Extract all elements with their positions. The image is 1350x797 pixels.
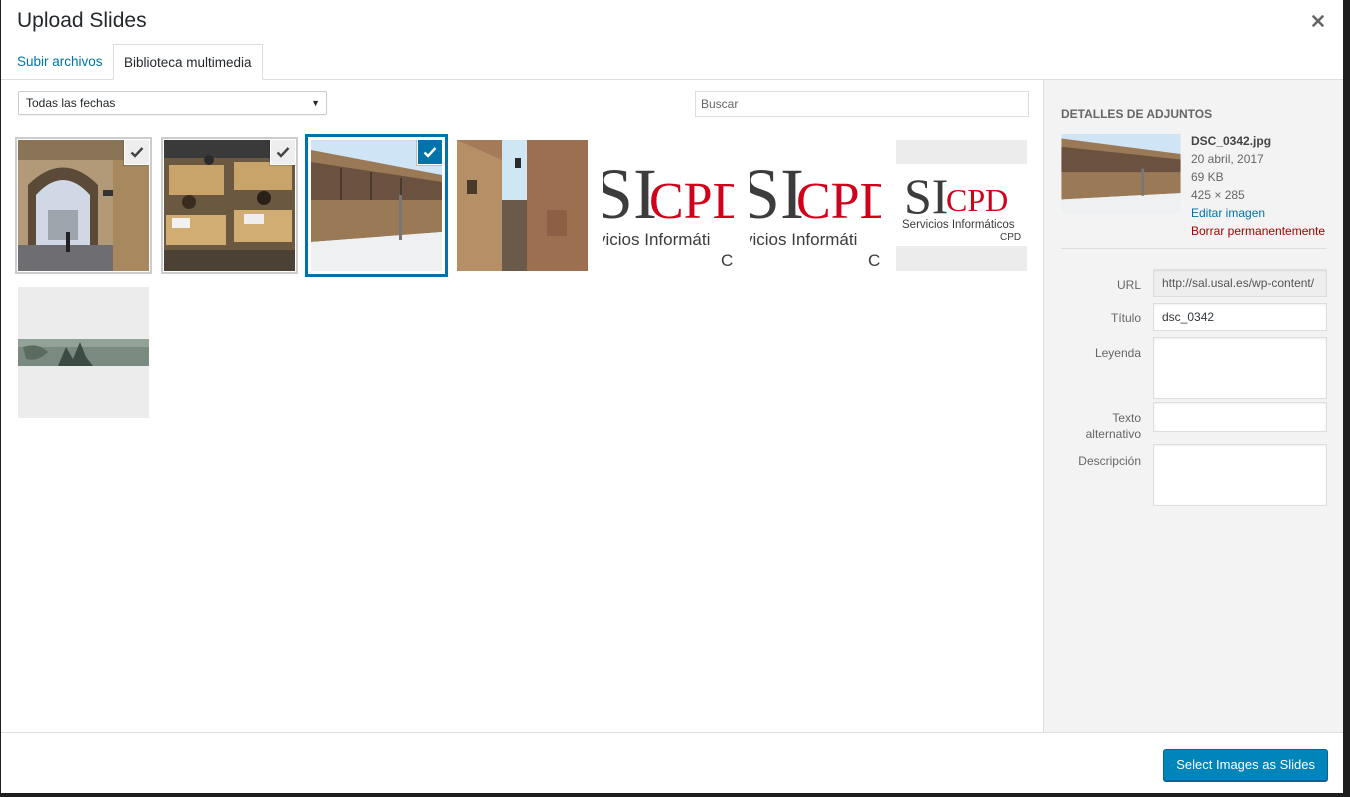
caption-label: Leyenda bbox=[1094, 346, 1141, 360]
details-filename: DSC_0342.jpg bbox=[1191, 134, 1272, 148]
logo-line2-text: CPD bbox=[1000, 232, 1021, 243]
details-thumbnail bbox=[1061, 134, 1181, 214]
checkmark-icon bbox=[276, 147, 290, 158]
tab-media-library[interactable]: Biblioteca multimedia bbox=[113, 44, 263, 80]
logo-line-text: vicios Informáti bbox=[603, 230, 710, 249]
attachment-image bbox=[457, 140, 588, 271]
date-filter-value: Todas las fechas bbox=[26, 96, 116, 110]
media-modal: Upload Slides Subir archivos Biblioteca … bbox=[1, 0, 1343, 793]
description-field[interactable] bbox=[1153, 444, 1327, 506]
attachment-thumb[interactable] bbox=[18, 140, 149, 271]
modal-footer-toolbar: Select Images as Slides bbox=[1, 732, 1343, 793]
logo-si-text: SI bbox=[904, 168, 948, 224]
attachment-thumb[interactable]: SI CPD vicios Informáti C bbox=[603, 140, 734, 271]
checkmark-icon bbox=[423, 147, 437, 158]
logo-cpd-text: CPD bbox=[649, 173, 734, 230]
checkmark-icon bbox=[130, 147, 144, 158]
logo-c-text: C bbox=[721, 251, 733, 270]
modal-title: Upload Slides bbox=[17, 9, 147, 32]
alt-text-label-line2: alternativo bbox=[1085, 427, 1141, 441]
tab-upload-files[interactable]: Subir archivos bbox=[7, 44, 113, 80]
logo-line-text: vicios Informáti bbox=[750, 230, 857, 249]
details-separator bbox=[1061, 248, 1327, 249]
logo-c-text: C bbox=[868, 251, 880, 270]
selection-check[interactable] bbox=[271, 140, 295, 164]
alt-text-label-line1: Texto bbox=[1112, 411, 1141, 425]
logo-line1-text: Servicios Informáticos bbox=[902, 219, 1015, 231]
details-dimensions: 425 × 285 bbox=[1191, 188, 1245, 202]
attachment-thumb[interactable]: SI CPD vicios Informáti C bbox=[750, 140, 881, 271]
attachment-image: SI CPD vicios Informáti C bbox=[603, 140, 734, 271]
url-field[interactable]: http://sal.usal.es/wp-content/ bbox=[1153, 269, 1327, 297]
attachment-image: SI CPD vicios Informáti C bbox=[750, 140, 881, 271]
alt-text-field[interactable] bbox=[1153, 402, 1327, 432]
close-button[interactable] bbox=[1303, 6, 1333, 36]
selection-check[interactable] bbox=[125, 140, 149, 164]
details-size: 69 KB bbox=[1191, 170, 1224, 184]
attachment-thumb[interactable] bbox=[18, 287, 149, 418]
attachment-thumb[interactable]: SI CPD Servicios Informáticos CPD bbox=[896, 140, 1027, 271]
attachment-details-sidebar: Detalles de adjuntos DSC_0342.jpg 20 abr… bbox=[1043, 80, 1343, 732]
select-images-as-slides-button[interactable]: Select Images as Slides bbox=[1163, 749, 1328, 781]
delete-permanently-link[interactable]: Borrar permanentemente bbox=[1191, 222, 1325, 240]
details-image bbox=[1061, 134, 1181, 214]
caption-field[interactable] bbox=[1153, 337, 1327, 399]
details-heading: Detalles de adjuntos bbox=[1061, 107, 1213, 121]
details-meta: DSC_0342.jpg 20 abril, 2017 69 KB 425 × … bbox=[1191, 132, 1325, 240]
title-label: Título bbox=[1110, 311, 1141, 325]
date-filter-select[interactable]: Todas las fechas ▼ bbox=[18, 91, 327, 115]
alt-text-label: Texto alternativo bbox=[1086, 410, 1141, 442]
router-tabs: Subir archivos Biblioteca multimedia bbox=[1, 44, 1343, 80]
description-label: Descripción bbox=[1078, 454, 1141, 468]
logo-cpd-text: CPD bbox=[796, 173, 881, 230]
search-input[interactable] bbox=[695, 91, 1029, 117]
attachment-image bbox=[18, 287, 149, 418]
dropdown-arrow-icon: ▼ bbox=[311, 98, 320, 108]
url-label: URL bbox=[1116, 278, 1141, 292]
attachment-thumb[interactable] bbox=[457, 140, 588, 271]
close-icon bbox=[1312, 15, 1324, 27]
attachment-thumb[interactable] bbox=[164, 140, 295, 271]
media-library-content: Todas las fechas ▼ Buscar SI CPD vicios … bbox=[1, 80, 1043, 732]
attachment-thumb-current[interactable] bbox=[311, 140, 442, 271]
selection-check-current[interactable] bbox=[418, 140, 442, 164]
details-date: 20 abril, 2017 bbox=[1191, 152, 1264, 166]
title-field[interactable]: dsc_0342 bbox=[1153, 303, 1327, 331]
logo-cpd-text: CPD bbox=[946, 182, 1008, 218]
edit-image-link[interactable]: Editar imagen bbox=[1191, 204, 1325, 222]
attachment-image: SI CPD Servicios Informáticos CPD bbox=[896, 140, 1027, 271]
